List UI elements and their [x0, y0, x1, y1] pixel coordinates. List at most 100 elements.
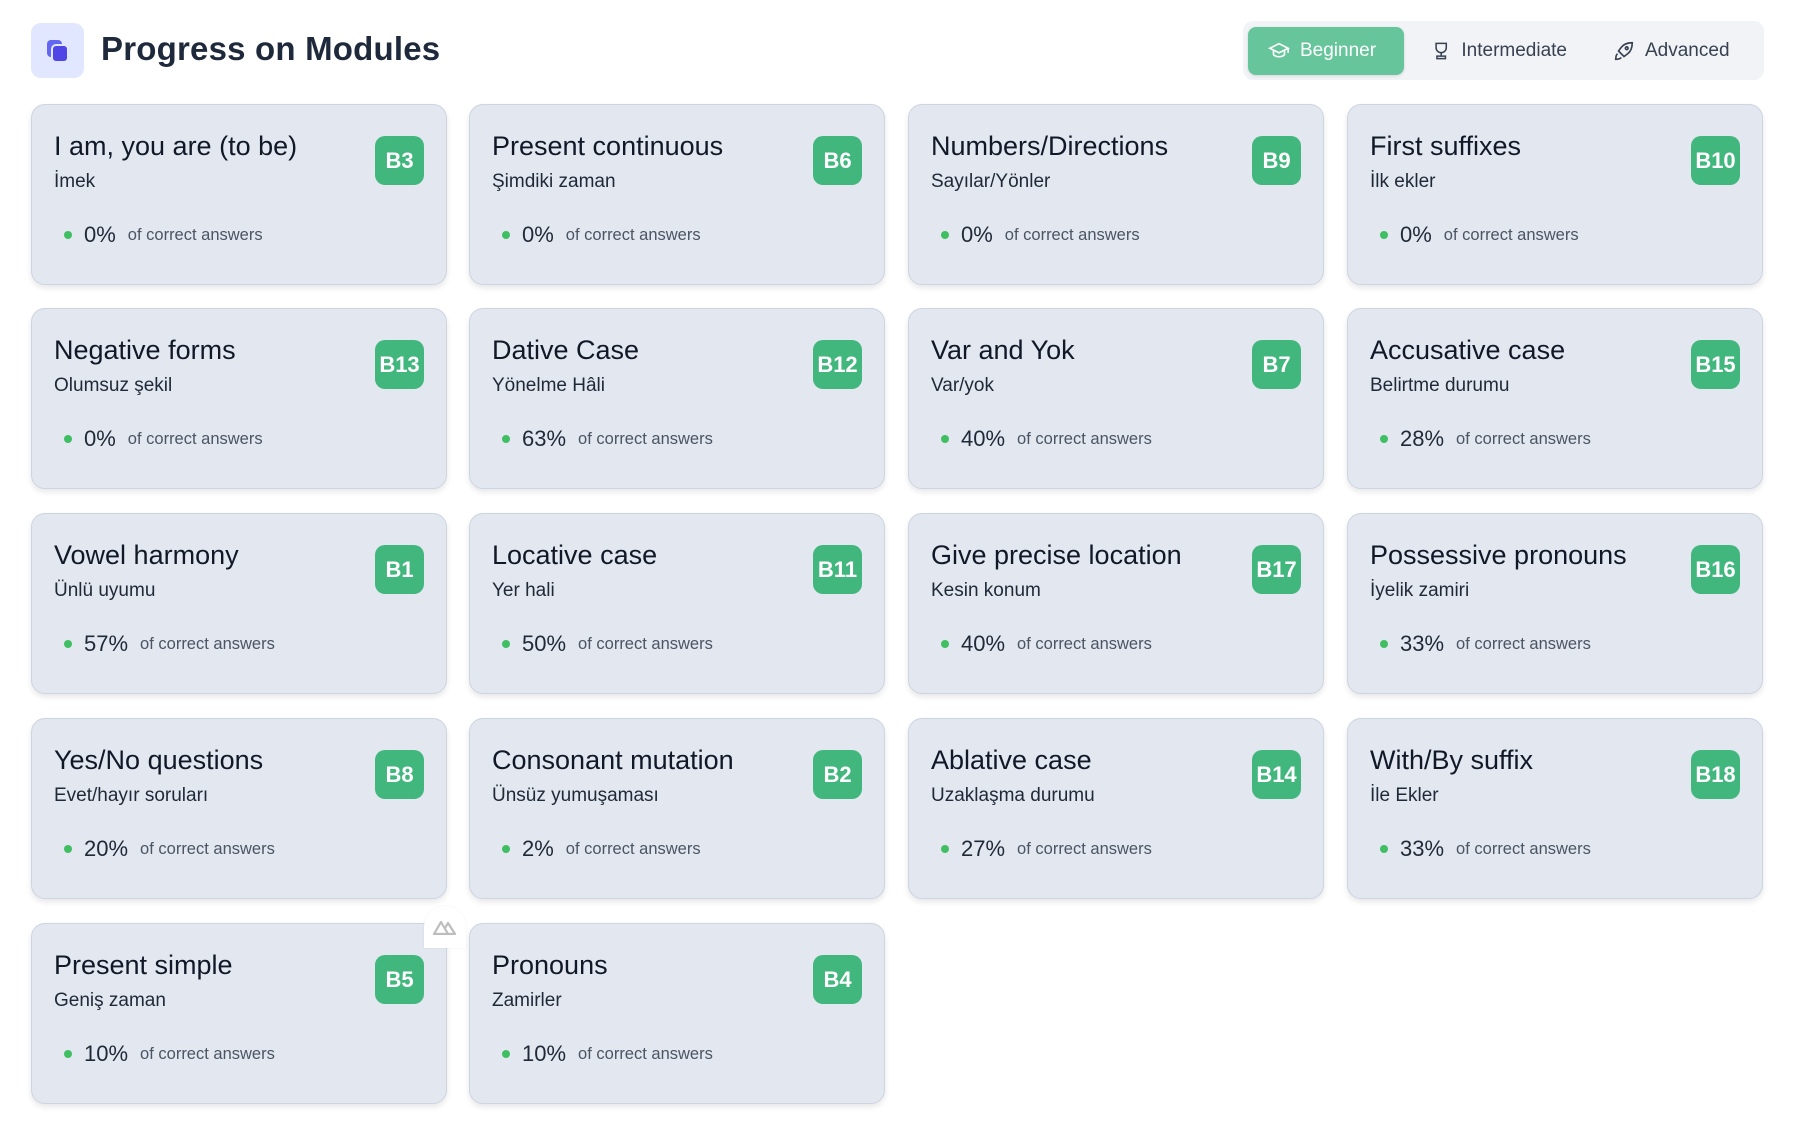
progress-percent: 10% [522, 1041, 567, 1066]
progress-label: of correct answers [578, 1044, 713, 1063]
progress-percent: 0% [84, 426, 116, 451]
module-progress: 40% of correct answers [941, 631, 1152, 657]
module-subtitle: Şimdiki zaman [492, 171, 616, 192]
module-title: Consonant mutation [492, 745, 734, 775]
progress-label: of correct answers [1443, 225, 1579, 244]
module-subtitle: Kesin konum [931, 580, 1041, 601]
module-code-badge: B16 [1691, 545, 1740, 594]
module-progress: 33% of correct answers [1380, 631, 1591, 657]
progress-percent: 33% [1400, 836, 1445, 861]
module-card[interactable]: Var and Yok Var/yok B7 40% of correct an… [908, 308, 1324, 489]
status-dot-icon [64, 845, 72, 853]
module-card[interactable]: Locative case Yer hali B11 50% of correc… [469, 513, 885, 694]
tab-beginner[interactable]: Beginner [1248, 27, 1404, 75]
module-code-badge: B2 [813, 750, 862, 799]
module-card[interactable]: Give precise location Kesin konum B17 40… [908, 513, 1324, 694]
module-subtitle: İmek [54, 171, 96, 192]
module-code-badge: B17 [1252, 545, 1301, 594]
module-progress: 50% of correct answers [502, 631, 713, 657]
module-title: Present simple [54, 950, 233, 980]
module-card[interactable]: Yes/No questions Evet/hayır soruları B8 … [31, 718, 447, 899]
tab-label: Intermediate [1461, 40, 1567, 61]
status-dot-icon [502, 640, 510, 648]
status-dot-icon [64, 435, 72, 443]
status-dot-icon [64, 1050, 72, 1058]
progress-label: of correct answers [1456, 634, 1591, 653]
module-card[interactable]: Accusative case Belirtme durumu B15 28% … [1347, 308, 1763, 489]
module-title: I am, you are (to be) [54, 131, 298, 161]
trophy-icon [1435, 42, 1448, 60]
module-card[interactable]: Negative forms Olumsuz şekil B13 0% of c… [31, 308, 447, 489]
module-card[interactable]: Pronouns Zamirler B4 10% of correct answ… [469, 923, 885, 1104]
tab-advanced[interactable]: Advanced [1593, 27, 1759, 75]
module-progress: 27% of correct answers [941, 836, 1152, 862]
progress-percent: 0% [522, 222, 554, 247]
status-dot-icon [64, 640, 72, 648]
module-subtitle: Olumsuz şekil [54, 375, 173, 396]
module-title: Give precise location [931, 540, 1182, 570]
module-progress: 10% of correct answers [502, 1041, 713, 1067]
module-subtitle: Belirtme durumu [1370, 375, 1510, 396]
progress-percent: 2% [522, 836, 554, 861]
module-card[interactable]: Consonant mutation Ünsüz yumuşaması B2 2… [469, 718, 885, 899]
status-dot-icon [502, 435, 510, 443]
module-card[interactable]: Dative Case Yönelme Hâli B12 63% of corr… [469, 308, 885, 489]
progress-label: of correct answers [140, 839, 275, 858]
progress-percent: 0% [961, 222, 993, 247]
level-tabs: Beginner Intermediate Advanced [1243, 21, 1764, 80]
progress-percent: 40% [961, 631, 1006, 656]
status-dot-icon [941, 640, 949, 648]
progress-label: of correct answers [1017, 634, 1152, 653]
module-code-badge: B8 [375, 750, 424, 799]
module-progress: 40% of correct answers [941, 426, 1152, 452]
module-card[interactable]: Numbers/Directions Sayılar/Yönler B9 0% … [908, 104, 1324, 285]
status-dot-icon [941, 231, 949, 239]
module-title: Ablative case [931, 745, 1092, 775]
module-title: Dative Case [492, 335, 640, 365]
module-progress: 0% of correct answers [941, 222, 1140, 248]
module-card[interactable]: Vowel harmony Ünlü uyumu B1 57% of corre… [31, 513, 447, 694]
module-card[interactable]: I am, you are (to be) İmek B3 0% of corr… [31, 104, 447, 285]
module-title: Vowel harmony [54, 540, 239, 570]
tab-intermediate[interactable]: Intermediate [1411, 27, 1587, 75]
module-progress: 0% of correct answers [64, 426, 263, 452]
progress-label: of correct answers [565, 839, 701, 858]
progress-percent: 63% [522, 426, 567, 451]
progress-label: of correct answers [578, 634, 713, 653]
progress-label: of correct answers [1017, 839, 1152, 858]
progress-label: of correct answers [578, 429, 713, 448]
stacked-squares-icon [46, 39, 69, 63]
status-dot-icon [941, 845, 949, 853]
module-code-badge: B18 [1691, 750, 1740, 799]
module-progress: 0% of correct answers [502, 222, 701, 248]
module-progress: 2% of correct answers [502, 836, 701, 862]
module-title: Accusative case [1370, 335, 1566, 365]
status-dot-icon [502, 231, 510, 239]
module-card[interactable]: Present continuous Şimdiki zaman B6 0% o… [469, 104, 885, 285]
module-code-badge: B15 [1691, 340, 1740, 389]
devtools-toggle[interactable] [424, 906, 466, 948]
module-card[interactable]: Present simple Geniş zaman B5 10% of cor… [31, 923, 447, 1104]
module-card[interactable]: Ablative case Uzaklaşma durumu B14 27% o… [908, 718, 1324, 899]
module-code-badge: B14 [1252, 750, 1301, 799]
module-subtitle: İle Ekler [1370, 785, 1439, 806]
module-title: Yes/No questions [54, 745, 264, 775]
progress-percent: 0% [84, 222, 116, 247]
module-subtitle: Yönelme Hâli [492, 375, 605, 396]
module-card[interactable]: With/By suffix İle Ekler B18 33% of corr… [1347, 718, 1763, 899]
status-dot-icon [502, 1050, 510, 1058]
module-card[interactable]: Possessive pronouns İyelik zamiri B16 33… [1347, 513, 1763, 694]
status-dot-icon [1380, 845, 1388, 853]
progress-percent: 10% [84, 1041, 129, 1066]
module-progress: 0% of correct answers [64, 222, 263, 248]
app-logo [31, 23, 84, 78]
module-card[interactable]: First suffixes İlk ekler B10 0% of corre… [1347, 104, 1763, 285]
module-title: First suffixes [1370, 131, 1522, 161]
module-title: With/By suffix [1370, 745, 1534, 775]
module-code-badge: B9 [1252, 136, 1301, 185]
progress-percent: 57% [84, 631, 129, 656]
module-subtitle: Evet/hayır soruları [54, 785, 209, 806]
module-subtitle: İlk ekler [1370, 171, 1436, 192]
progress-label: of correct answers [127, 429, 263, 448]
status-dot-icon [941, 435, 949, 443]
